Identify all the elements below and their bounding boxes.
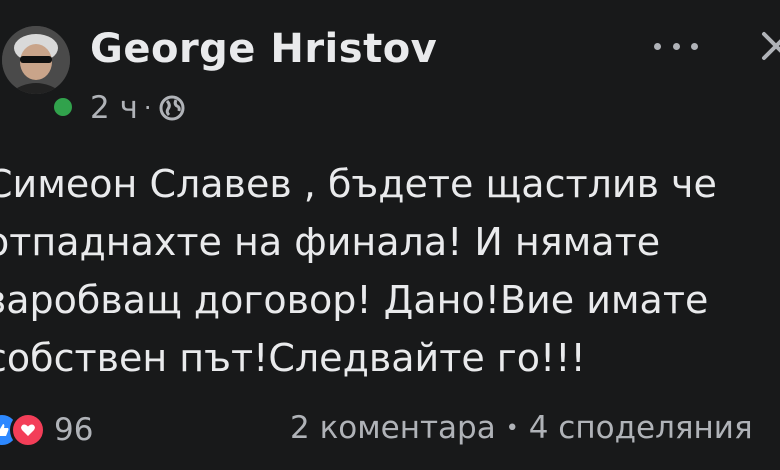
post-text-line: собствен път!Следвайте го!!! [0,336,586,380]
stats-separator: • [505,415,519,441]
profile-photo [2,26,70,94]
post-text: Симеон Славев , бъдете щастлив че отпадн… [0,155,780,387]
engagement-stats: 2 коментара • 4 споделяния [290,410,753,446]
close-icon [762,32,780,60]
reactions-summary[interactable]: 96 [0,412,93,448]
shares-link[interactable]: 4 споделяния [529,410,753,446]
meta-separator: · [143,94,152,122]
post-footer: 96 2 коментара • 4 споделяния [0,400,780,460]
dot-icon [691,42,698,50]
close-button[interactable] [758,26,780,66]
online-status-indicator [50,94,76,120]
avatar[interactable] [2,26,70,94]
post-text-line: Симеон Славев , бъдете щастлив че [0,162,717,206]
post-text-line: заробващ договор! Дано!Вие имате [0,278,709,322]
post-meta: 2 ч · [90,88,186,128]
post-timestamp[interactable]: 2 ч [90,90,138,126]
more-options-button[interactable] [654,36,698,56]
comments-link[interactable]: 2 коментара [290,410,496,446]
reaction-count: 96 [54,412,94,448]
post-text-line: отпаднахте на финала! И нямате [0,220,661,264]
dot-icon [654,42,661,50]
dot-icon [672,42,680,50]
globe-icon[interactable] [158,94,186,122]
love-icon [10,412,46,448]
author-name[interactable]: George Hristov [90,26,437,72]
